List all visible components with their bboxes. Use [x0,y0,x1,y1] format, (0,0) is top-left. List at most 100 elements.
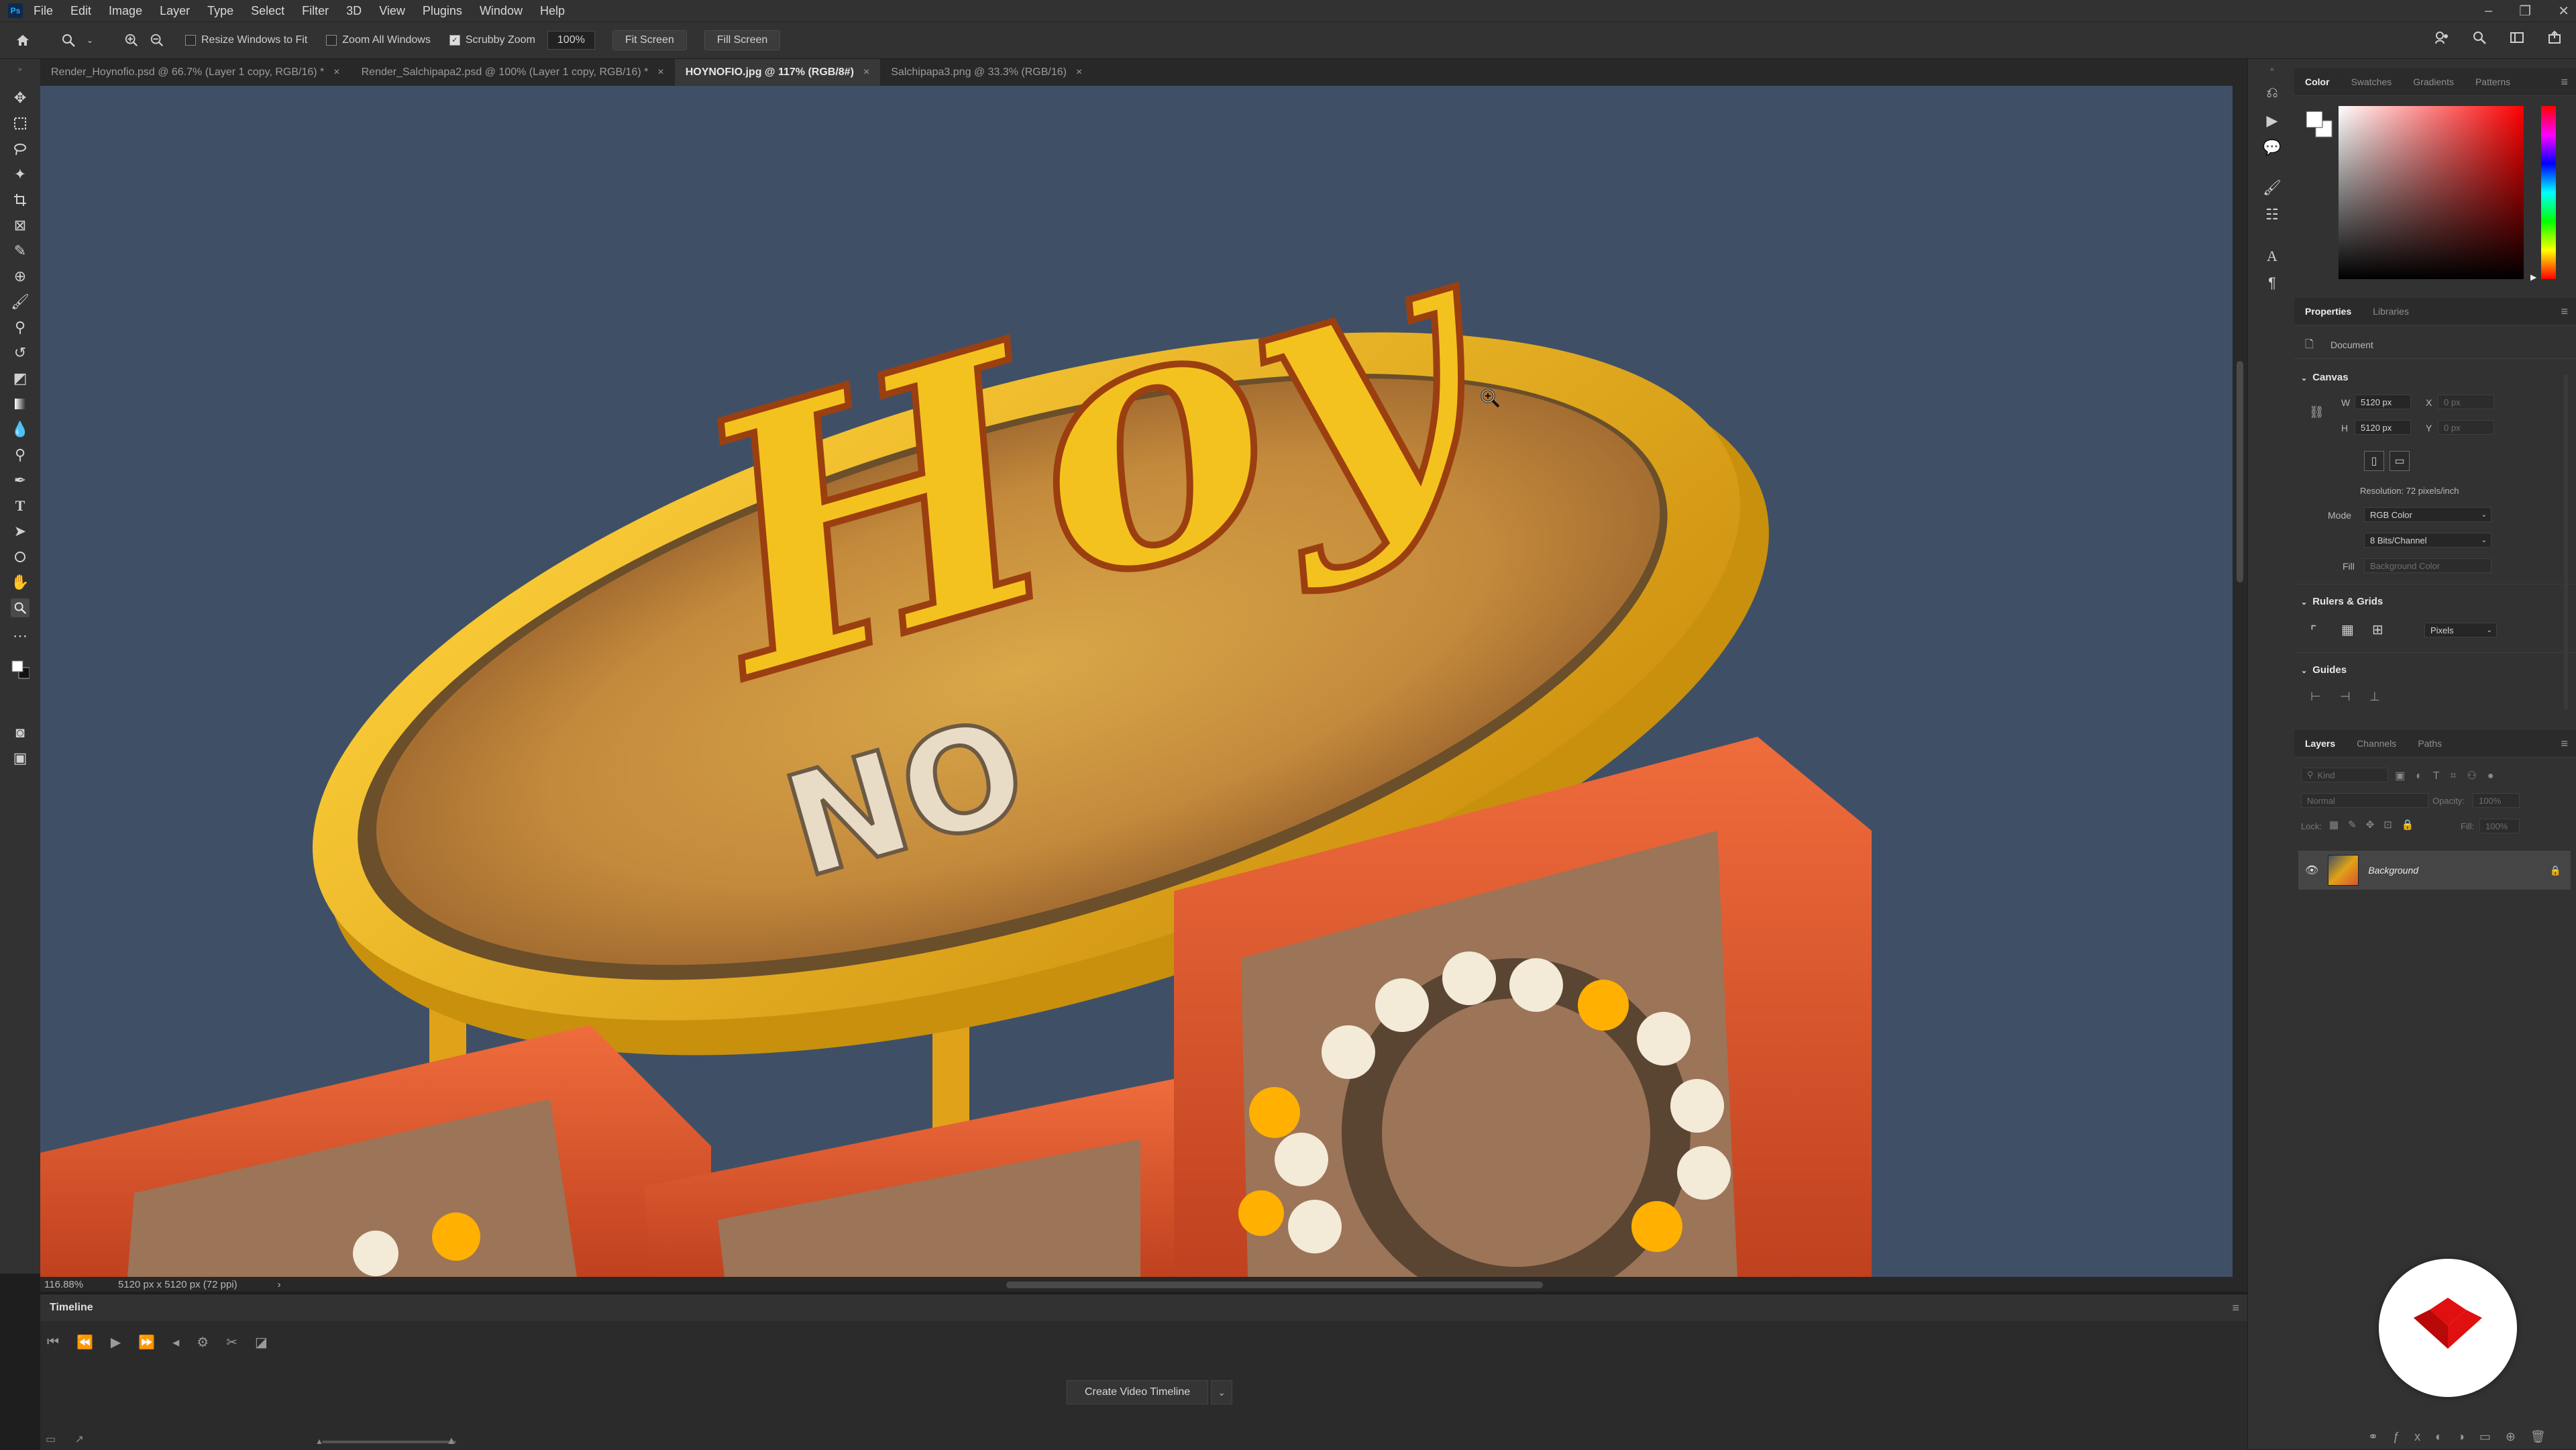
tab-hoynofio-jpg[interactable]: HOYNOFIO.jpg @ 117% (RGB/8#) × [674,59,881,86]
history-icon[interactable]: ⎌ [2263,83,2282,102]
opacity-field[interactable]: 100% [2473,793,2520,808]
menu-file[interactable]: File [34,4,53,18]
quick-mask-icon[interactable]: ◙ [11,723,30,742]
search-icon[interactable] [2471,30,2487,50]
convert-frame-icon[interactable]: ▭ [46,1434,56,1445]
blend-mode-select[interactable]: Normal [2301,793,2428,808]
play-icon[interactable]: ▶ [111,1334,121,1351]
scrollbar-thumb[interactable] [2237,361,2243,582]
restore-button[interactable]: ❐ [2519,3,2531,19]
path-selection-tool-icon[interactable]: ➤ [11,522,30,541]
tab-close-icon[interactable]: × [863,66,869,79]
document-canvas[interactable]: Hoy NO [40,86,2233,1277]
pixel-grid-icon[interactable]: ⊞ [2372,621,2383,638]
character-icon[interactable]: A [2263,247,2282,266]
timeline-title[interactable]: Timeline [50,1302,93,1314]
tab-color[interactable]: Color [2294,76,2341,87]
menu-edit[interactable]: Edit [70,4,91,18]
tab-salchipapa3[interactable]: Salchipapa3.png @ 33.3% (RGB/16) × [880,59,1093,86]
hue-slider[interactable] [2541,106,2556,279]
lock-icons[interactable]: ▦✎✥⊡🔒 [2329,819,2424,831]
tab-channels[interactable]: Channels [2346,738,2407,749]
crop-tool-icon[interactable] [11,191,30,209]
fit-screen-button[interactable]: Fit Screen [612,30,687,50]
share-icon[interactable] [2434,30,2450,50]
mode-select[interactable]: RGB Color ⌄ [2364,507,2491,522]
workspace-icon[interactable] [2509,30,2525,50]
create-video-timeline-button[interactable]: Create Video Timeline [1067,1380,1209,1404]
frame-tool-icon[interactable]: ⊠ [11,216,30,235]
adjustments-icon[interactable]: ☷ [2263,205,2282,224]
dodge-tool-icon[interactable]: ⚲ [11,446,30,464]
brushes-icon[interactable]: 🖌 [2263,178,2282,197]
layer-filter-icons[interactable]: ▣◐T⌗⚇● [2395,769,2505,782]
menu-type[interactable]: Type [207,4,233,18]
foreground-background-color-icon[interactable] [11,654,30,687]
zoom-out-mountain-icon[interactable]: ▲ [315,1437,323,1446]
link-dimensions-icon[interactable]: ⛓ [2309,405,2324,419]
guide-horizontal-icon[interactable]: ⊢ [2310,690,2321,704]
guide-layout-icon[interactable]: ⊥ [2369,690,2380,704]
zoom-out-icon[interactable] [148,31,166,50]
zoom-in-icon[interactable] [122,31,141,50]
layer-lock-icon[interactable]: 🔒 [2550,865,2561,876]
screen-mode-icon[interactable]: ▣ [11,749,30,768]
y-field[interactable]: 0 px [2438,420,2494,435]
tab-patterns[interactable]: Patterns [2465,76,2521,87]
share-document-icon[interactable] [2546,30,2563,50]
more-tools-icon[interactable]: ⋯ [11,627,30,645]
history-brush-tool-icon[interactable]: ↺ [11,344,30,362]
tab-libraries[interactable]: Libraries [2362,306,2420,317]
height-field[interactable]: 5120 px [2355,420,2411,435]
gradient-tool-icon[interactable] [11,395,30,413]
width-field[interactable]: 5120 px [2355,395,2411,409]
hue-slider-handle-icon[interactable]: ▶ [2530,272,2536,282]
menu-window[interactable]: Window [480,4,523,18]
zoom-percent-field[interactable]: 100% [547,31,595,50]
split-scissors-icon[interactable]: ✂ [226,1334,237,1351]
guide-vertical-icon[interactable]: ⊣ [2340,690,2351,704]
menu-help[interactable]: Help [540,4,565,18]
tab-close-icon[interactable]: × [333,66,339,79]
tab-close-icon[interactable]: × [657,66,663,79]
layer-filter-kind[interactable]: ⚲ Kind [2301,768,2388,782]
horizontal-scrollbar-thumb[interactable] [1006,1282,1543,1288]
panel-menu-icon[interactable]: ≡ [2561,305,2568,319]
fill-screen-button[interactable]: Fill Screen [704,30,781,50]
actions-play-icon[interactable]: ▶ [2263,111,2282,130]
scrubby-zoom-checkbox[interactable]: ✓ Scrubby Zoom [449,34,535,46]
transition-icon[interactable]: ◪ [255,1334,268,1351]
ruler-icon[interactable]: ⌜ [2310,623,2316,639]
eyedropper-tool-icon[interactable]: ✎ [11,242,30,260]
vertical-scrollbar[interactable] [2233,86,2247,1277]
panel-menu-icon[interactable]: ≡ [2561,75,2568,89]
tab-render-hoynofio[interactable]: Render_Hoynofio.psd @ 66.7% (Layer 1 cop… [40,59,351,86]
lasso-tool-icon[interactable] [11,140,30,158]
resize-windows-checkbox[interactable]: Resize Windows to Fit [185,34,307,46]
healing-brush-tool-icon[interactable]: ⊕ [11,267,30,286]
clone-stamp-tool-icon[interactable]: ⚲ [11,318,30,337]
x-field[interactable]: 0 px [2438,395,2494,409]
type-tool-icon[interactable]: T [11,497,30,515]
zoom-tool-icon[interactable] [59,31,78,50]
settings-gear-icon[interactable]: ⚙ [197,1334,209,1351]
brush-tool-icon[interactable]: 🖌 [11,293,30,311]
status-menu-arrow[interactable]: › [278,1279,281,1290]
panel-menu-icon[interactable]: ≡ [2232,1301,2239,1315]
shape-tool-icon[interactable] [11,548,30,566]
fg-bg-swatches-icon[interactable] [2304,109,2334,140]
layers-footer-icons[interactable]: ⚭ƒx◐◑▭⊕🗑 [2368,1430,2561,1444]
rulers-grids-section-header[interactable]: ⌄ Rulers & Grids [2301,596,2383,607]
panel-menu-icon[interactable]: ≡ [2561,737,2568,751]
tab-close-icon[interactable]: × [1076,66,1082,79]
tab-swatches[interactable]: Swatches [2341,76,2403,87]
menu-select[interactable]: Select [251,4,284,18]
tab-paths[interactable]: Paths [2407,738,2453,749]
tab-gradients[interactable]: Gradients [2402,76,2465,87]
menu-filter[interactable]: Filter [302,4,329,18]
panel-expand-icon[interactable]: « [2263,66,2282,73]
layer-row-background[interactable]: 👁 Background 🔒 [2298,851,2571,890]
previous-frame-icon[interactable]: ⏪ [76,1334,93,1351]
hand-tool-icon[interactable]: ✋ [11,573,30,592]
grid-icon[interactable]: ▦ [2341,621,2354,638]
